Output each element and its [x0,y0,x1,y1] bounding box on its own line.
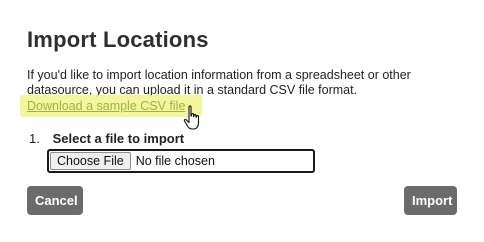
dialog-title: Import Locations [27,27,209,52]
choose-file-button[interactable]: Choose File [50,152,131,170]
step-select-file: 1. Select a file to import [29,131,184,146]
dialog-description: If you'd like to import location informa… [27,68,411,97]
import-button[interactable]: Import [404,186,457,215]
step-number: 1. [29,131,40,146]
cancel-button[interactable]: Cancel [27,186,83,215]
import-locations-dialog: Import Locations If you'd like to import… [0,0,484,242]
file-input[interactable]: Choose File No file chosen [47,149,315,173]
step-label: Select a file to import [52,131,185,146]
file-status: No file chosen [135,154,215,168]
download-sample-link[interactable]: Download a sample CSV file [27,99,185,114]
hand-pointer-icon [183,105,200,130]
